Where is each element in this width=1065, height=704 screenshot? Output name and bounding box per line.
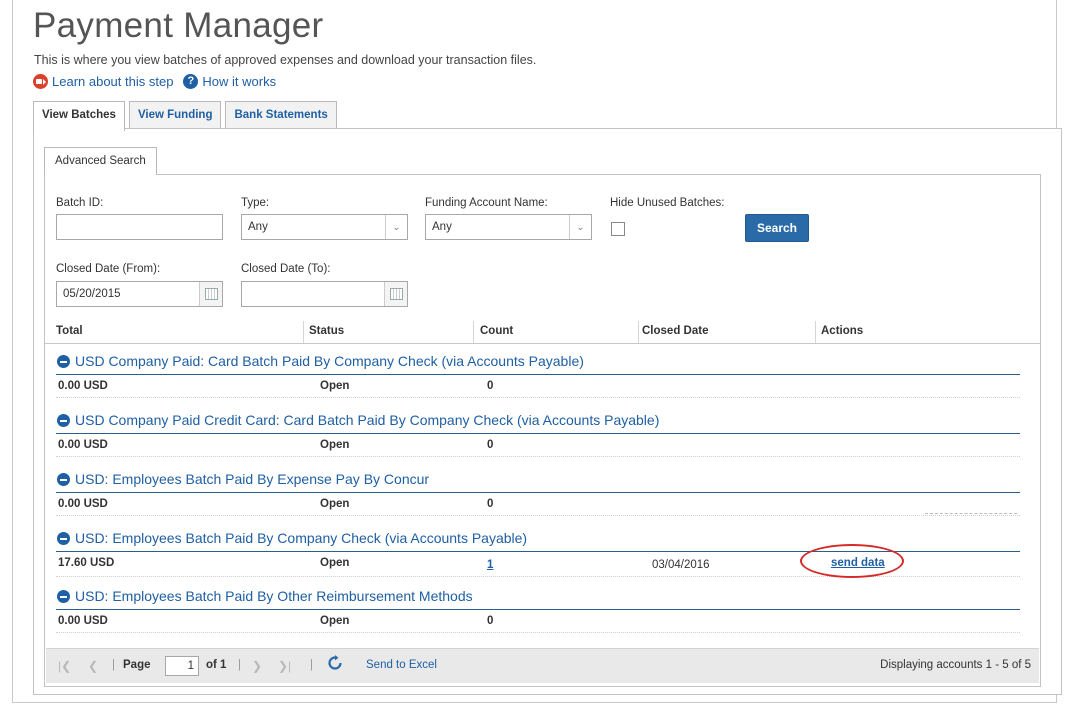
video-camera-icon xyxy=(33,74,48,89)
learn-about-step-label: Learn about this step xyxy=(52,74,174,89)
chevron-down-icon: ⌄ xyxy=(569,215,591,239)
table-row[interactable]: 17.60 USD Open 1 03/04/2016 send data xyxy=(56,554,1020,577)
group-title: USD: Employees Batch Paid By Other Reimb… xyxy=(75,588,473,604)
group-title: USD: Employees Batch Paid By Company Che… xyxy=(75,530,528,546)
type-label: Type: xyxy=(241,197,270,209)
how-it-works-link[interactable]: ? How it works xyxy=(183,74,276,89)
tab-view-funding[interactable]: View Funding xyxy=(128,101,222,129)
closed-date-from-value: 05/20/2015 xyxy=(63,288,121,300)
calendar-icon[interactable] xyxy=(384,282,407,306)
column-actions[interactable]: Actions xyxy=(821,325,863,337)
column-total[interactable]: Total xyxy=(56,325,83,337)
cell-status: Open xyxy=(320,439,350,451)
how-it-works-label: How it works xyxy=(202,74,277,89)
column-status[interactable]: Status xyxy=(309,325,344,337)
cell-status: Open xyxy=(320,615,350,627)
advanced-search-panel: Batch ID: Type: Any ⌄ Funding Account Na… xyxy=(44,174,1041,687)
group-header[interactable]: USD: Employees Batch Paid By Expense Pay… xyxy=(56,470,1020,493)
view-batches-panel: Advanced Search Batch ID: Type: Any ⌄ Fu… xyxy=(33,128,1062,695)
table-row[interactable]: 0.00 USD Open 0 xyxy=(56,436,1020,457)
funding-account-select[interactable]: Any ⌄ xyxy=(425,214,592,240)
batch-id-input[interactable] xyxy=(56,214,223,240)
closed-date-to-field[interactable] xyxy=(241,281,408,307)
group-header[interactable]: USD: Employees Batch Paid By Company Che… xyxy=(56,529,1020,552)
collapse-icon[interactable] xyxy=(57,532,70,545)
pager-toolbar: |❮ ❮ | Page of 1 | ❯ ❯| | Send to Excel … xyxy=(46,648,1039,683)
collapse-icon[interactable] xyxy=(57,473,70,486)
batch-id-label: Batch ID: xyxy=(56,197,104,209)
collapse-icon[interactable] xyxy=(57,590,70,603)
group-title: USD Company Paid: Card Batch Paid By Com… xyxy=(75,353,584,369)
refresh-icon[interactable] xyxy=(327,655,343,671)
last-page-icon[interactable]: ❯| xyxy=(278,659,291,673)
page-subtitle: This is where you view batches of approv… xyxy=(34,53,537,67)
cell-count: 0 xyxy=(487,439,494,451)
table-row[interactable]: 0.00 USD Open 0 xyxy=(56,495,1020,516)
main-tabs: View Batches View Funding Bank Statement… xyxy=(33,101,341,131)
closed-date-from-label: Closed Date (From): xyxy=(56,263,161,275)
cell-total: 0.00 USD xyxy=(58,498,108,510)
calendar-icon[interactable] xyxy=(199,282,222,306)
send-data-link[interactable]: send data xyxy=(831,557,885,569)
table-row[interactable]: 0.00 USD Open 0 xyxy=(56,377,1020,398)
grid-header: Total Status Count Closed Date Actions xyxy=(45,321,1040,344)
question-mark-icon: ? xyxy=(183,74,199,89)
page-title: Payment Manager xyxy=(33,6,324,45)
cell-count: 0 xyxy=(487,380,494,392)
tab-advanced-search[interactable]: Advanced Search xyxy=(44,147,157,175)
send-to-excel-button[interactable]: Send to Excel xyxy=(366,659,437,671)
cell-total: 17.60 USD xyxy=(58,557,115,569)
cell-count: 0 xyxy=(487,498,494,510)
column-count[interactable]: Count xyxy=(480,325,513,337)
cell-status: Open xyxy=(320,380,350,392)
group-title: USD Company Paid Credit Card: Card Batch… xyxy=(75,412,660,428)
type-select[interactable]: Any ⌄ xyxy=(241,214,408,240)
chevron-down-icon: ⌄ xyxy=(385,215,407,239)
help-links: Learn about this step ? How it works xyxy=(33,74,276,89)
cell-total: 0.00 USD xyxy=(58,615,108,627)
divider xyxy=(925,513,1017,514)
previous-page-icon[interactable]: ❮ xyxy=(88,659,98,673)
cell-status: Open xyxy=(320,498,350,510)
funding-account-label: Funding Account Name: xyxy=(425,197,548,209)
hide-unused-label: Hide Unused Batches: xyxy=(610,197,725,209)
group-header[interactable]: USD Company Paid Credit Card: Card Batch… xyxy=(56,411,1020,434)
search-button[interactable]: Search xyxy=(745,214,809,242)
hide-unused-checkbox[interactable] xyxy=(611,222,625,236)
first-page-icon[interactable]: |❮ xyxy=(58,659,71,673)
page-of-label: of 1 xyxy=(206,659,227,671)
collapse-icon[interactable] xyxy=(57,414,70,427)
cell-count-link[interactable]: 1 xyxy=(487,559,493,571)
group-header[interactable]: USD: Employees Batch Paid By Other Reimb… xyxy=(56,587,1020,610)
table-row[interactable]: 0.00 USD Open 0 xyxy=(56,612,1020,633)
page-number-input[interactable] xyxy=(165,656,199,676)
tab-bank-statements[interactable]: Bank Statements xyxy=(225,101,337,129)
tab-view-batches[interactable]: View Batches xyxy=(33,101,125,131)
cell-status: Open xyxy=(320,557,350,569)
column-closed-date[interactable]: Closed Date xyxy=(642,325,708,337)
cell-total: 0.00 USD xyxy=(58,439,108,451)
closed-date-to-label: Closed Date (To): xyxy=(241,263,331,275)
cell-closed-date: 03/04/2016 xyxy=(652,559,710,571)
cell-total: 0.00 USD xyxy=(58,380,108,392)
cell-count: 0 xyxy=(487,615,494,627)
learn-about-step-link[interactable]: Learn about this step xyxy=(33,74,173,89)
collapse-icon[interactable] xyxy=(57,355,70,368)
closed-date-from-field[interactable]: 05/20/2015 xyxy=(56,281,223,307)
type-select-value: Any xyxy=(248,221,268,233)
page-label: Page xyxy=(123,659,151,671)
next-page-icon[interactable]: ❯ xyxy=(252,659,262,673)
funding-account-select-value: Any xyxy=(432,221,452,233)
page-frame: Payment Manager This is where you view b… xyxy=(12,0,1062,703)
displaying-count: Displaying accounts 1 - 5 of 5 xyxy=(880,659,1031,671)
group-header[interactable]: USD Company Paid: Card Batch Paid By Com… xyxy=(56,352,1020,375)
group-title: USD: Employees Batch Paid By Expense Pay… xyxy=(75,471,430,487)
